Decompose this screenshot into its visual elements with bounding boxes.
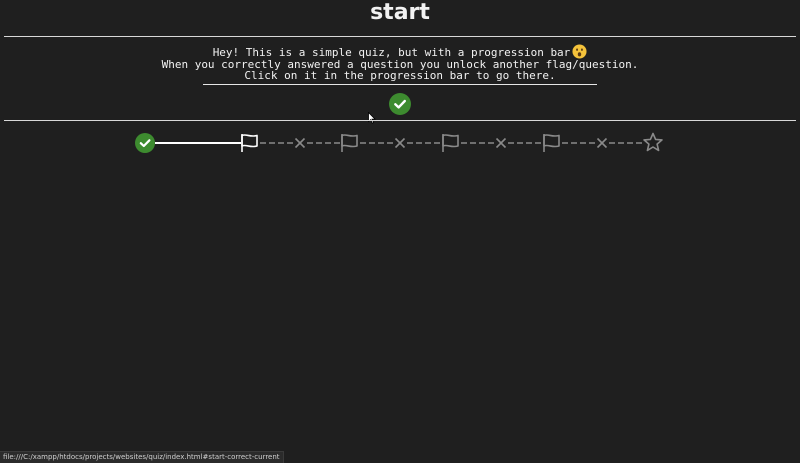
intro-line-1: Hey! This is a simple quiz, but with a p… [0, 44, 800, 59]
progress-node-flag-3 [442, 134, 459, 152]
flag-cloth [341, 134, 358, 148]
surprised-face-emoji-icon [572, 44, 587, 59]
flag-cloth [442, 134, 459, 148]
intro-text: Hey! This is a simple quiz, but with a p… [0, 44, 800, 81]
browser-status-bar: file:///C:/xampp/htdocs/projects/website… [0, 451, 284, 463]
progress-node-flag-1[interactable] [241, 134, 258, 152]
progress-node-flag-2 [341, 134, 358, 152]
progress-divider [4, 120, 796, 121]
answer-correct-check-icon [389, 93, 411, 115]
progress-separator-4 [596, 137, 608, 149]
progress-node-start[interactable] [135, 133, 155, 153]
check-circle-icon [135, 133, 155, 153]
intro-line-3: Click on it in the progression bar to go… [244, 69, 556, 82]
page-title: start [370, 0, 430, 25]
progress-node-flag-4 [543, 134, 560, 152]
progress-separator-3 [495, 137, 507, 149]
quiz-page: start Hey! This is a simple quiz, but wi… [0, 0, 800, 463]
progress-separator-2 [394, 137, 406, 149]
flag-cloth [241, 134, 258, 148]
progress-node-finish [643, 132, 663, 152]
progress-separator-1 [294, 137, 306, 149]
flag-cloth [543, 134, 560, 148]
star-icon [643, 132, 663, 152]
intro-divider [203, 84, 597, 85]
mouse-cursor-icon [368, 112, 376, 124]
progression-bar [135, 132, 663, 153]
top-divider [4, 36, 796, 37]
